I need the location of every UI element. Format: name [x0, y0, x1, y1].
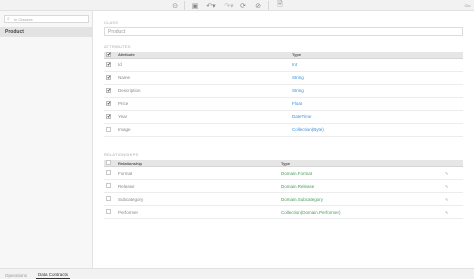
undo-icon[interactable]: ↶▾ [204, 1, 218, 10]
attribute-row[interactable]: ✔ Year DateTime [104, 110, 463, 124]
relationship-type[interactable]: Domain.Subcategory [279, 192, 443, 206]
attribute-type[interactable]: Collection(Byte) [290, 123, 463, 137]
tab-data-contracts[interactable]: Data Contracts [36, 271, 71, 279]
toolbar: ⊙ ▣ ↶▾ ↷▾ ⟳ ⊘ 🗎 Clo [0, 0, 474, 11]
attribute-name: Price [116, 97, 290, 111]
relationship-checkbox[interactable] [104, 179, 116, 193]
attribute-type[interactable]: Int [290, 58, 463, 72]
attribute-name: Id [116, 58, 290, 72]
attribute-row[interactable]: ✔ Price Float [104, 97, 463, 111]
search-icon: ⌕ [7, 16, 10, 22]
check-icon[interactable]: ⊘ [253, 1, 263, 10]
relationship-name: Release [116, 179, 279, 193]
attribute-name: Year [116, 110, 290, 124]
class-filter: ⌕ [4, 15, 89, 23]
attribute-row[interactable]: ✔ Description String [104, 84, 463, 98]
attribute-checkbox[interactable]: ✔ [104, 97, 116, 111]
attributes-table: ✔ Attribute Type ✔ Id Int ✔ Name String … [104, 52, 463, 137]
redo-icon[interactable]: ↷▾ [222, 1, 236, 10]
edit-icon[interactable]: ✎ [443, 179, 463, 193]
attribute-checkbox[interactable]: ✔ [104, 71, 116, 85]
close-label[interactable]: Clo [462, 1, 473, 10]
edit-icon[interactable]: ✎ [443, 205, 463, 219]
attribute-row[interactable]: ✔ Name String [104, 71, 463, 85]
relationships-section-label: RELATIONSHIPS [104, 152, 139, 157]
bottom-tab-bar: Operations Data Contracts [0, 268, 474, 279]
relationship-name: Subcategory [116, 192, 279, 206]
relationship-name: Performer [116, 205, 279, 219]
relationship-name: Format [116, 166, 279, 180]
toolbar-divider [268, 1, 269, 10]
sidebar-item-product[interactable]: Product [0, 27, 92, 37]
relationship-row[interactable]: Release Domain.Release ✎ [104, 179, 463, 193]
attribute-type[interactable]: Float [290, 97, 463, 111]
relationship-type[interactable]: Domain.Release [279, 179, 443, 193]
relationship-checkbox[interactable] [104, 166, 116, 180]
relationship-row[interactable]: Performer Collection(Domain.Performer) ✎ [104, 205, 463, 219]
class-editor: CLASS Product ATTRIBUTES ✔ Attribute Typ… [93, 11, 474, 268]
edit-icon[interactable]: ✎ [443, 192, 463, 206]
attribute-type[interactable]: String [290, 84, 463, 98]
relationship-row[interactable]: Subcategory Domain.Subcategory ✎ [104, 192, 463, 206]
tab-operations[interactable]: Operations [3, 271, 29, 279]
attribute-checkbox[interactable]: ✔ [104, 110, 116, 124]
class-filter-input[interactable] [14, 16, 84, 22]
attribute-name: Name [116, 71, 290, 85]
relationship-row[interactable]: Format Domain.Format ✎ [104, 166, 463, 180]
class-section-label: CLASS [104, 20, 119, 25]
attribute-name: Description [116, 84, 290, 98]
attribute-row[interactable]: Image Collection(Byte) [104, 123, 463, 137]
relationship-type[interactable]: Domain.Format [279, 166, 443, 180]
class-name-field[interactable]: Product [104, 27, 463, 36]
relationships-table: Relationship Type Format Domain.Format ✎… [104, 160, 463, 219]
attribute-checkbox[interactable]: ✔ [104, 84, 116, 98]
refresh-icon[interactable]: ⊙ [170, 1, 180, 10]
relationship-checkbox[interactable] [104, 192, 116, 206]
relationship-checkbox[interactable] [104, 205, 116, 219]
sidebar: ⌕ Product [0, 11, 93, 268]
toolbar-divider [184, 1, 185, 10]
sync-icon[interactable]: ⟳ [238, 1, 248, 10]
attribute-checkbox[interactable]: ✔ [104, 58, 116, 72]
relationship-type[interactable]: Collection(Domain.Performer) [279, 205, 443, 219]
attribute-row[interactable]: ✔ Id Int [104, 58, 463, 72]
edit-icon[interactable]: ✎ [443, 166, 463, 180]
document-icon[interactable]: 🗎 [275, 1, 285, 10]
attribute-checkbox[interactable] [104, 123, 116, 137]
attributes-section-label: ATTRIBUTES [104, 44, 131, 49]
save-icon[interactable]: ▣ [190, 1, 200, 10]
attribute-type[interactable]: String [290, 71, 463, 85]
attribute-name: Image [116, 123, 290, 137]
attribute-type[interactable]: DateTime [290, 110, 463, 124]
